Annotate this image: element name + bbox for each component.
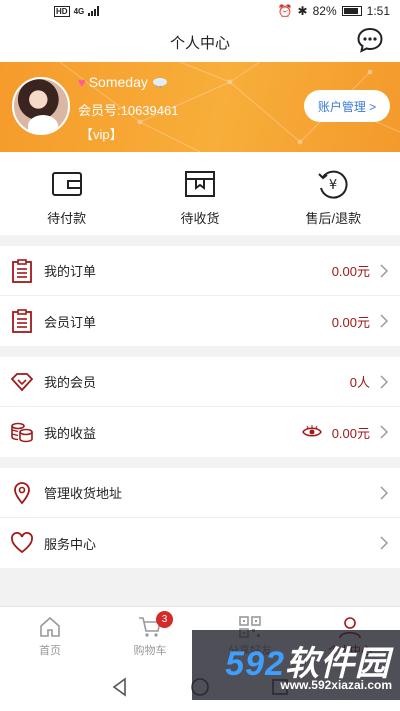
diamond-icon — [10, 372, 34, 391]
chevron-right-icon — [380, 485, 388, 500]
refund-yuan-icon: ¥ — [318, 170, 348, 199]
recents-square-icon[interactable] — [270, 677, 290, 697]
profile-banner: ♥ Someday 会员号:10639461 【vip】 账户管理 > — [0, 62, 400, 152]
heart-icon — [11, 532, 33, 554]
chevron-right-icon — [380, 374, 388, 389]
cart-badge: 3 — [156, 611, 173, 628]
member-number: 会员号:10639461 — [78, 103, 179, 118]
my-earnings-amount: 0.00元 — [331, 425, 370, 441]
my-orders-amount: 0.00元 — [331, 264, 370, 279]
heart-emoji-icon: ♥ — [78, 74, 86, 90]
pending-payment-button[interactable]: 待付款 — [0, 152, 133, 235]
tab-cart-label: 购物车 — [133, 645, 167, 657]
my-orders-label: 我的订单 — [44, 264, 97, 279]
status-bar: HD 4G ⏰ ✱ 82% 1:51 — [0, 0, 400, 22]
member-orders-row[interactable]: 会员订单 0.00元 — [0, 296, 400, 346]
nickname: Someday — [88, 74, 148, 90]
wallet-icon — [51, 172, 82, 196]
message-icon[interactable] — [356, 26, 384, 54]
after-sales-button[interactable]: ¥ 售后/退款 — [267, 152, 400, 235]
chevron-right-icon — [380, 314, 388, 328]
battery-percent: 82% — [312, 4, 337, 18]
services-group: 管理收货地址 服务中心 — [0, 468, 400, 568]
vip-level: 【vip】 — [80, 127, 123, 142]
tab-home-label: 首页 — [39, 645, 61, 657]
bluetooth-icon: ✱ — [297, 4, 308, 18]
order-status-bar: 待付款 待收货 ¥ 售后/退款 — [0, 152, 400, 235]
pending-receipt-button[interactable]: 待收货 — [133, 152, 266, 235]
tab-share-label: 分享好友 — [228, 645, 272, 657]
member-orders-amount: 0.00元 — [331, 314, 370, 330]
nickname-row: ♥ Someday — [78, 74, 169, 90]
back-triangle-icon[interactable] — [110, 676, 130, 697]
clipboard-icon — [12, 309, 32, 333]
service-center-label: 服务中心 — [44, 536, 97, 552]
chevron-right-icon — [380, 263, 388, 278]
my-members-label: 我的会员 — [44, 375, 97, 390]
home-icon — [40, 616, 60, 637]
my-members-row[interactable]: 我的会员 0人 — [0, 357, 400, 407]
account-management-button[interactable]: 账户管理 > — [304, 90, 390, 122]
my-earnings-label: 我的收益 — [44, 425, 97, 441]
after-sales-label: 售后/退款 — [305, 211, 362, 226]
eye-icon[interactable] — [301, 425, 322, 439]
alarm-icon: ⏰ — [277, 4, 293, 18]
page-title: 个人中心 — [169, 34, 230, 52]
user-icon — [339, 617, 361, 639]
home-circle-icon[interactable] — [190, 677, 210, 697]
tab-profile[interactable]: 个人中心 — [300, 607, 400, 662]
member-orders-label: 会员订单 — [44, 314, 97, 330]
tab-share[interactable]: 分享好友 — [200, 607, 300, 662]
manage-address-row[interactable]: 管理收货地址 — [0, 468, 400, 518]
orders-group: 我的订单 0.00元 会员订单 0.00元 — [0, 246, 400, 346]
hd-icon: HD — [54, 5, 70, 17]
network-label: 4G — [73, 6, 85, 16]
tab-home[interactable]: 首页 — [0, 607, 100, 662]
battery-icon — [341, 6, 362, 16]
qrcode-icon — [239, 616, 261, 638]
my-orders-row[interactable]: 我的订单 0.00元 — [0, 246, 400, 296]
my-members-count: 0人 — [349, 375, 370, 390]
app-header: 个人中心 — [0, 22, 400, 62]
location-pin-icon — [14, 481, 30, 504]
membership-group: 我的会员 0人 我的收益 0.00元 — [0, 357, 400, 457]
svg-text:¥: ¥ — [329, 178, 337, 193]
my-earnings-row[interactable]: 我的收益 0.00元 — [0, 407, 400, 457]
bottom-tab-bar: 首页 3 购物车 分享好友 个人中心 — [0, 606, 400, 662]
clipboard-icon — [12, 258, 32, 283]
system-nav-bar — [0, 662, 400, 711]
coins-icon — [11, 422, 33, 443]
avatar[interactable] — [12, 77, 70, 135]
clock: 1:51 — [366, 4, 390, 18]
chevron-right-icon — [380, 425, 388, 439]
chevron-right-icon — [380, 536, 388, 550]
cloud-emoji-icon — [152, 78, 167, 88]
manage-address-label: 管理收货地址 — [44, 486, 123, 501]
service-center-row[interactable]: 服务中心 — [0, 518, 400, 568]
tab-profile-label: 个人中心 — [328, 645, 372, 657]
tab-cart[interactable]: 3 购物车 — [100, 607, 200, 662]
pending-receipt-label: 待收货 — [180, 211, 220, 226]
pending-payment-label: 待付款 — [47, 211, 87, 226]
signal-icon — [88, 6, 100, 16]
package-icon — [184, 171, 215, 197]
